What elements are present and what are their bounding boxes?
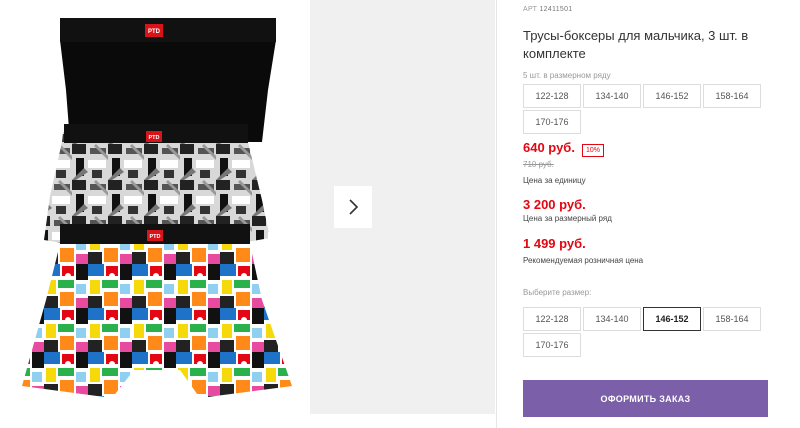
column-divider bbox=[496, 0, 497, 428]
size-range-item: 158-164 bbox=[703, 84, 761, 108]
sku-label: АРТ bbox=[523, 6, 538, 13]
sku: АРТ 12411501 bbox=[523, 6, 572, 13]
size-selector: 122-128 134-140 146-152 158-164 170-176 bbox=[523, 307, 761, 357]
choose-size-label: Выберите размер: bbox=[523, 288, 592, 297]
svg-text:PTD: PTD bbox=[149, 135, 160, 141]
size-range-item: 134-140 bbox=[583, 84, 641, 108]
unit-price-caption: Цена за единицу bbox=[523, 176, 586, 185]
svg-text:PTD: PTD bbox=[150, 234, 161, 240]
product-image[interactable]: PTD PTD PTD bbox=[0, 0, 310, 428]
size-option[interactable]: 158-164 bbox=[703, 307, 761, 331]
retail-price: 1 499 руб. bbox=[523, 236, 586, 251]
chevron-right-icon bbox=[349, 199, 359, 215]
old-price: 710 руб. bbox=[523, 160, 554, 169]
product-title: Трусы-боксеры для мальчика, 3 шт. в комп… bbox=[523, 28, 749, 61]
size-option[interactable]: 134-140 bbox=[583, 307, 641, 331]
row-price: 3 200 руб. bbox=[523, 197, 586, 212]
size-range-item: 170-176 bbox=[523, 110, 581, 134]
svg-text:PTD: PTD bbox=[148, 29, 161, 35]
sku-number: 12411501 bbox=[539, 6, 573, 13]
unit-price: 640 руб. bbox=[523, 140, 575, 155]
retail-price-caption: Рекомендуемая розничная цена bbox=[523, 256, 644, 265]
size-range-item: 122-128 bbox=[523, 84, 581, 108]
row-price-caption: Цена за размерный ряд bbox=[523, 214, 612, 223]
size-option[interactable]: 122-128 bbox=[523, 307, 581, 331]
boxer-briefs-illustration: PTD PTD PTD bbox=[22, 18, 292, 398]
size-option[interactable]: 170-176 bbox=[523, 333, 581, 357]
order-button[interactable]: ОФОРМИТЬ ЗАКАЗ bbox=[523, 380, 768, 417]
size-range-item: 146-152 bbox=[643, 84, 701, 108]
size-range-caption: 5 шт. в размерном ряду bbox=[523, 71, 611, 80]
size-range-grid: 122-128 134-140 146-152 158-164 170-176 bbox=[523, 84, 761, 134]
gallery-next-panel bbox=[310, 0, 495, 414]
size-option-selected[interactable]: 146-152 bbox=[643, 307, 701, 331]
gallery-next-button[interactable] bbox=[334, 186, 372, 228]
discount-badge: 10% bbox=[582, 144, 605, 157]
